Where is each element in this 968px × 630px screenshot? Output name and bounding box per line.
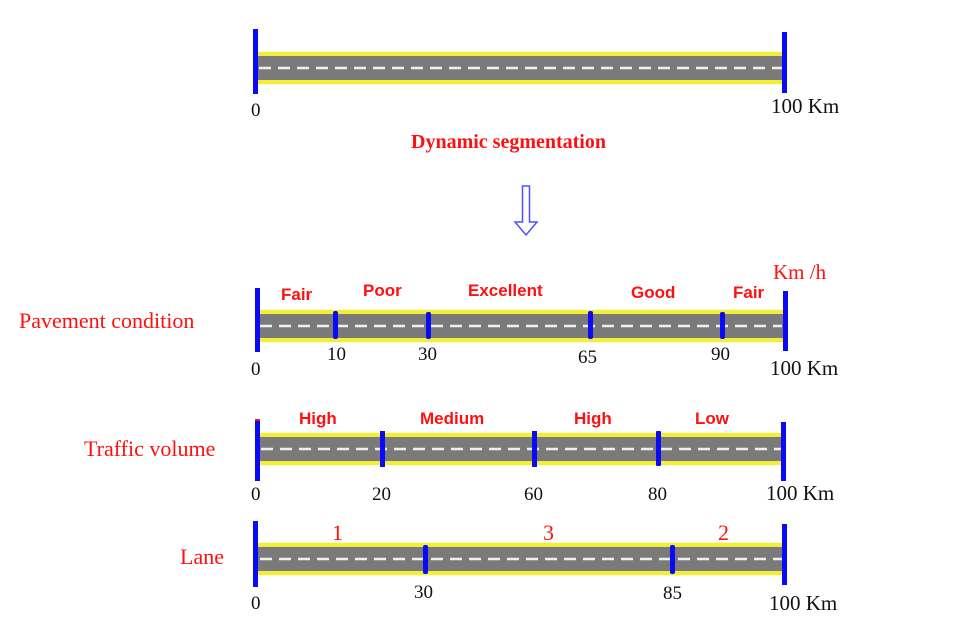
breakpoint-label: 90 — [711, 344, 730, 365]
segment-label: 3 — [543, 520, 554, 545]
original-start-label: 0 — [251, 100, 261, 121]
breakpoint-marker-60 — [532, 431, 537, 467]
segment-label: Fair — [733, 283, 765, 302]
start-marker — [255, 288, 260, 352]
original-end-label: 100 Km — [771, 94, 840, 118]
segment-label: Medium — [420, 409, 485, 428]
layer-label-lane: Lane — [180, 544, 224, 569]
breakpoint-label: 30 — [418, 344, 437, 365]
breakpoint-label: 80 — [648, 484, 667, 505]
breakpoint-marker-20 — [380, 431, 385, 467]
end-marker — [781, 422, 786, 481]
breakpoint-label: 30 — [414, 582, 433, 603]
segment-label: High — [299, 409, 337, 428]
segment-label: Good — [631, 283, 676, 302]
road-edge-bottom — [257, 80, 784, 84]
segment-label: Fair — [281, 285, 313, 304]
dynamic-segmentation-diagram: 0 100 Km Dynamic segmentation Pavement c… — [0, 0, 968, 630]
original-road — [253, 29, 787, 94]
end-label: 100 Km — [766, 481, 835, 505]
road-edge-top — [258, 433, 783, 437]
end-marker — [782, 32, 787, 93]
end-marker — [782, 524, 787, 585]
start-marker-tip — [255, 419, 260, 421]
segment-label: 2 — [718, 520, 729, 545]
layer-unit-note-pavement: Km /h — [773, 260, 827, 284]
end-marker — [783, 291, 788, 351]
segment-label: 1 — [332, 520, 343, 545]
diagram-title: Dynamic segmentation — [411, 131, 606, 153]
end-label: 100 Km — [770, 356, 839, 380]
road-edge-bottom — [258, 461, 783, 465]
start-marker — [255, 419, 260, 481]
breakpoint-marker-30 — [426, 312, 431, 339]
breakpoint-marker-30 — [423, 545, 428, 574]
road-edge-bottom — [257, 571, 784, 575]
breakpoint-marker-80 — [656, 431, 661, 466]
breakpoint-marker-90 — [720, 312, 725, 339]
layer-label-pavement: Pavement condition — [19, 308, 195, 333]
segment-label: Excellent — [468, 281, 543, 300]
end-label: 100 Km — [769, 591, 838, 615]
start-label: 0 — [251, 484, 261, 505]
start-label: 0 — [251, 593, 261, 614]
breakpoint-label: 85 — [663, 583, 682, 604]
layer-label-traffic: Traffic volume — [84, 436, 216, 461]
hollow-down-arrow-icon — [513, 185, 539, 237]
breakpoint-marker-65 — [588, 311, 593, 339]
road-edge-top — [257, 52, 784, 56]
breakpoint-label: 65 — [578, 347, 597, 368]
traffic-road — [255, 419, 786, 481]
breakpoint-label: 20 — [372, 484, 391, 505]
segment-label: Low — [695, 409, 729, 428]
breakpoint-label: 60 — [524, 484, 543, 505]
start-marker — [253, 29, 258, 94]
segment-label: High — [574, 409, 612, 428]
breakpoint-marker-85 — [670, 545, 675, 574]
start-label: 0 — [251, 359, 261, 380]
breakpoint-marker-10 — [333, 311, 338, 339]
breakpoint-label: 10 — [327, 344, 346, 365]
segment-label: Poor — [363, 281, 402, 300]
start-marker — [253, 521, 258, 587]
